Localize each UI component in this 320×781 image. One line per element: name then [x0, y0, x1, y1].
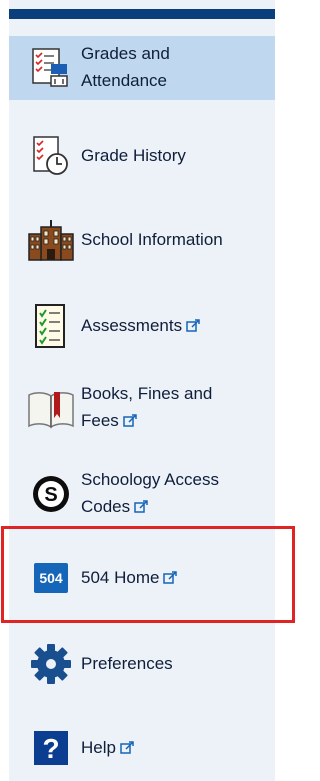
nav-item-assessments[interactable]: Assessments [9, 294, 275, 358]
nav-label-line: Schoology Access [81, 470, 219, 489]
badge-504-text: 504 [34, 563, 68, 593]
external-link-icon [123, 409, 137, 436]
books-icon [21, 382, 81, 434]
nav-item-label: School Information [81, 226, 223, 253]
nav-item-help[interactable]: ? Help [9, 716, 275, 780]
nav-label-line: Books, Fines and [81, 384, 213, 403]
nav-item-label: 504 Home [81, 564, 178, 593]
nav-item-label: Schoology Access Codes [81, 466, 219, 522]
schoology-icon: S [21, 468, 81, 520]
svg-text:?: ? [42, 733, 59, 764]
nav-item-preferences[interactable]: Preferences [9, 632, 275, 696]
school-building-icon [21, 214, 81, 266]
nav-item-label: Assessments [81, 312, 200, 341]
external-link-icon [134, 495, 148, 522]
external-link-icon [186, 314, 200, 341]
nav-label-line: Grades and [81, 44, 170, 63]
gear-icon [21, 638, 81, 690]
nav-label-line: Attendance [81, 71, 168, 90]
external-link-icon [120, 736, 134, 763]
badge-504-icon: 504 [21, 552, 81, 604]
sidebar-top-bar [9, 9, 275, 19]
grade-history-icon [21, 130, 81, 182]
nav-item-books-fines-fees[interactable]: Books, Fines and Fees [9, 376, 275, 440]
nav-label-line: Help [81, 738, 116, 757]
nav-item-label: Preferences [81, 650, 173, 677]
nav-item-label: Grade History [81, 142, 186, 169]
nav-item-grades-attendance[interactable]: Grades and Attendance [9, 36, 275, 100]
nav-item-504-home[interactable]: 504 504 Home [9, 546, 275, 610]
nav-label-line: School Information [81, 230, 223, 249]
nav-label-line: Codes [81, 497, 131, 516]
assessments-checklist-icon [21, 300, 81, 352]
nav-item-grade-history[interactable]: Grade History [9, 124, 275, 188]
nav-label-line: Assessments [81, 316, 183, 335]
nav-label-line: Preferences [81, 654, 173, 673]
nav-label-line: Fees [81, 411, 119, 430]
nav-item-schoology-access-codes[interactable]: S Schoology Access Codes [9, 462, 275, 526]
external-link-icon [163, 566, 178, 593]
nav-item-label: Books, Fines and Fees [81, 380, 212, 436]
grades-attendance-icon [21, 42, 81, 94]
nav-label-line: Grade History [81, 146, 186, 165]
nav-item-school-information[interactable]: School Information [9, 208, 275, 272]
nav-label-line: 504 Home [81, 568, 160, 587]
navigation-sidebar: Grades and Attendance Grade History Scho… [9, 0, 275, 781]
svg-text:S: S [44, 484, 57, 506]
nav-item-label: Help [81, 734, 134, 763]
nav-item-label: Grades and Attendance [81, 40, 170, 94]
help-icon: ? [21, 722, 81, 774]
